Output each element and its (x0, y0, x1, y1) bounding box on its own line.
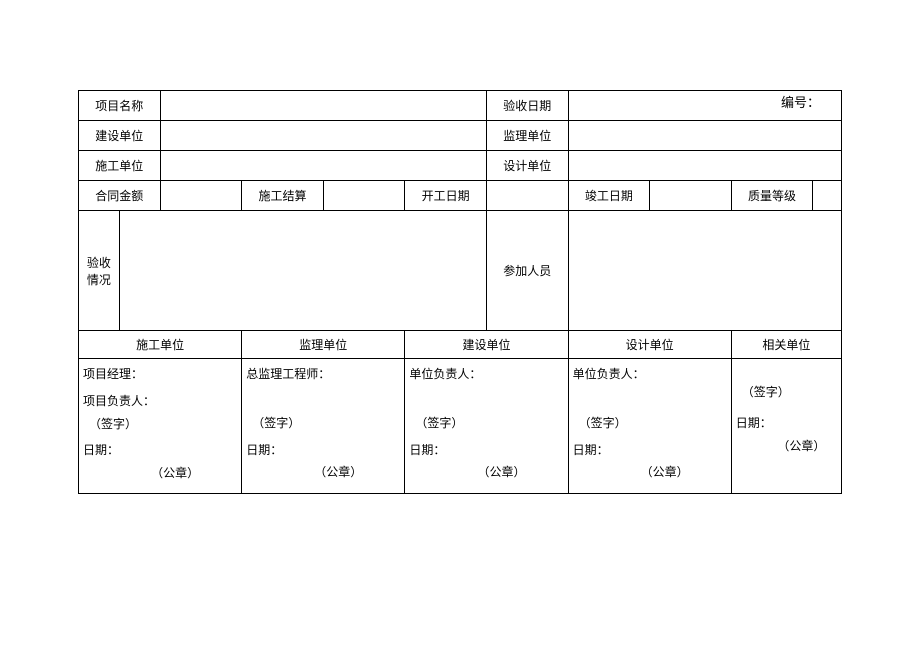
quality-label: 质量等级 (731, 181, 813, 211)
project-name-label: 项目名称 (79, 91, 161, 121)
sig-header-design: 设计单位 (568, 331, 731, 359)
build-l1: 单位负责人： (409, 363, 563, 386)
participants-label: 参加人员 (486, 211, 568, 331)
construct-date: 日期： (83, 439, 237, 462)
supervise-date: 日期： (246, 439, 400, 462)
design-seal: （公章） (573, 461, 727, 484)
sig-header-related: 相关单位 (731, 331, 841, 359)
sig-body-build: 单位负责人： （签字） 日期： （公章） (405, 359, 568, 494)
settlement-value (323, 181, 405, 211)
construct-unit-value (160, 151, 486, 181)
construct-l1: 项目经理： (83, 363, 237, 386)
contract-amount-label: 合同金额 (79, 181, 161, 211)
sig-body-related: （签字） 日期： （公章） (731, 359, 841, 494)
related-sign: （签字） (736, 381, 837, 404)
construct-unit-label: 施工单位 (79, 151, 161, 181)
construct-seal: （公章） (83, 462, 237, 485)
participants-value (568, 211, 841, 331)
design-l1: 单位负责人： (573, 363, 727, 386)
related-seal: （公章） (736, 435, 837, 458)
build-seal: （公章） (409, 461, 563, 484)
related-date: 日期： (736, 412, 837, 435)
design-sign: （签字） (573, 412, 727, 435)
sig-body-construct: 项目经理： 项目负责人： （签字） 日期： （公章） (79, 359, 242, 494)
design-date: 日期： (573, 439, 727, 462)
finish-date-value (650, 181, 732, 211)
supervise-unit-value (568, 121, 841, 151)
accept-status-value (119, 211, 486, 331)
serial-number-label: 编号： (781, 92, 820, 111)
supervise-sign: （签字） (246, 412, 400, 435)
serial-label-text: 编号： (781, 95, 820, 110)
project-name-value (160, 91, 486, 121)
supervise-seal: （公章） (246, 461, 400, 484)
settlement-label: 施工结算 (242, 181, 324, 211)
build-unit-label: 建设单位 (79, 121, 161, 151)
form-table: 项目名称 验收日期 建设单位 监理单位 施工单位 设计单位 合同金额 施工结算 … (78, 90, 842, 494)
accept-status-label: 验收 情况 (79, 211, 120, 331)
start-date-label: 开工日期 (405, 181, 487, 211)
quality-value (813, 181, 842, 211)
sig-header-supervise: 监理单位 (242, 331, 405, 359)
build-date: 日期： (409, 439, 563, 462)
build-unit-value (160, 121, 486, 151)
start-date-value (486, 181, 568, 211)
sig-body-design: 单位负责人： （签字） 日期： （公章） (568, 359, 731, 494)
contract-amount-value (160, 181, 242, 211)
accept-date-label: 验收日期 (486, 91, 568, 121)
construct-sign: （签字） (83, 413, 237, 436)
finish-date-label: 竣工日期 (568, 181, 650, 211)
supervise-unit-label: 监理单位 (486, 121, 568, 151)
design-unit-value (568, 151, 841, 181)
sig-header-construct: 施工单位 (79, 331, 242, 359)
sig-body-supervise: 总监理工程师： （签字） 日期： （公章） (242, 359, 405, 494)
design-unit-label: 设计单位 (486, 151, 568, 181)
build-sign: （签字） (409, 412, 563, 435)
construct-l2: 项目负责人： (83, 390, 237, 413)
supervise-l1: 总监理工程师： (246, 363, 400, 386)
sig-header-build: 建设单位 (405, 331, 568, 359)
